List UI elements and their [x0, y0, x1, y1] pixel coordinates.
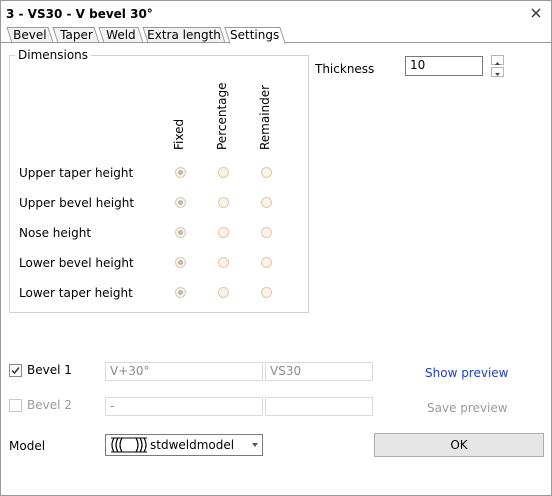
- model-label: Model: [9, 439, 46, 453]
- radio-lower-bevel-fixed[interactable]: [175, 257, 186, 268]
- bevel2-name-field[interactable]: [265, 397, 373, 416]
- thickness-label: Thickness: [315, 62, 375, 76]
- radio-nose-fixed[interactable]: [175, 227, 186, 238]
- model-value: stdweldmodel: [150, 438, 235, 452]
- column-header-percentage: Percentage: [215, 82, 229, 150]
- radio-lower-taper-percentage[interactable]: [218, 287, 229, 298]
- row-label-upper-bevel-height: Upper bevel height: [19, 196, 135, 210]
- row-label-upper-taper-height: Upper taper height: [19, 166, 134, 180]
- radio-lower-taper-remainder[interactable]: [261, 287, 272, 298]
- row-label-nose-height: Nose height: [19, 226, 92, 240]
- radio-upper-bevel-remainder[interactable]: [261, 197, 272, 208]
- tab-bevel[interactable]: Bevel: [6, 27, 54, 43]
- column-header-fixed: Fixed: [172, 118, 186, 150]
- close-button[interactable]: [527, 4, 545, 22]
- chevron-down-icon: [252, 443, 258, 447]
- window-title: 3 - VS30 - V bevel 30°: [6, 7, 153, 21]
- title-bar: 3 - VS30 - V bevel 30°: [1, 1, 551, 27]
- save-preview-link[interactable]: Save preview: [427, 401, 508, 415]
- row-label-lower-taper-height: Lower taper height: [19, 286, 133, 300]
- tab-extra-length[interactable]: Extra length: [142, 27, 226, 43]
- bevel1-name-field[interactable]: VS30: [265, 362, 373, 381]
- bevel1-type-field[interactable]: V+30°: [105, 362, 263, 381]
- radio-upper-taper-percentage[interactable]: [218, 167, 229, 178]
- thickness-spin-down[interactable]: [491, 67, 504, 77]
- radio-lower-bevel-percentage[interactable]: [218, 257, 229, 268]
- row-label-lower-bevel-height: Lower bevel height: [19, 256, 134, 270]
- ok-button[interactable]: OK: [374, 433, 544, 457]
- column-header-remainder: Remainder: [258, 84, 272, 150]
- check-icon: [11, 367, 20, 375]
- radio-upper-taper-fixed[interactable]: [175, 167, 186, 178]
- dimensions-group-label: Dimensions: [15, 48, 92, 62]
- bevel1-checkbox[interactable]: [9, 364, 22, 377]
- radio-lower-bevel-remainder[interactable]: [261, 257, 272, 268]
- bevel2-checkbox[interactable]: [9, 399, 22, 412]
- radio-upper-taper-remainder[interactable]: [261, 167, 272, 178]
- close-icon: [531, 8, 541, 18]
- bevel2-label: Bevel 2: [27, 398, 72, 412]
- radio-lower-taper-fixed[interactable]: [175, 287, 186, 298]
- tab-weld[interactable]: Weld: [98, 27, 144, 43]
- show-preview-link[interactable]: Show preview: [425, 366, 509, 380]
- radio-upper-bevel-percentage[interactable]: [218, 197, 229, 208]
- spin-down-icon: [495, 73, 500, 76]
- radio-upper-bevel-fixed[interactable]: [175, 197, 186, 208]
- thickness-input[interactable]: 10: [405, 56, 483, 76]
- radio-nose-remainder[interactable]: [261, 227, 272, 238]
- bevel2-type-field[interactable]: -: [105, 397, 263, 416]
- spin-up-icon: [495, 62, 500, 65]
- radio-nose-percentage[interactable]: [218, 227, 229, 238]
- dialog-window: 3 - VS30 - V bevel 30° Bevel Taper Weld …: [0, 0, 552, 496]
- thickness-spin-up[interactable]: [491, 55, 504, 65]
- model-dropdown[interactable]: stdweldmodel: [105, 434, 263, 456]
- weld-model-icon: [111, 437, 147, 453]
- bevel1-label: Bevel 1: [27, 363, 72, 377]
- tab-taper[interactable]: Taper: [52, 27, 100, 43]
- tab-settings[interactable]: Settings: [224, 27, 286, 44]
